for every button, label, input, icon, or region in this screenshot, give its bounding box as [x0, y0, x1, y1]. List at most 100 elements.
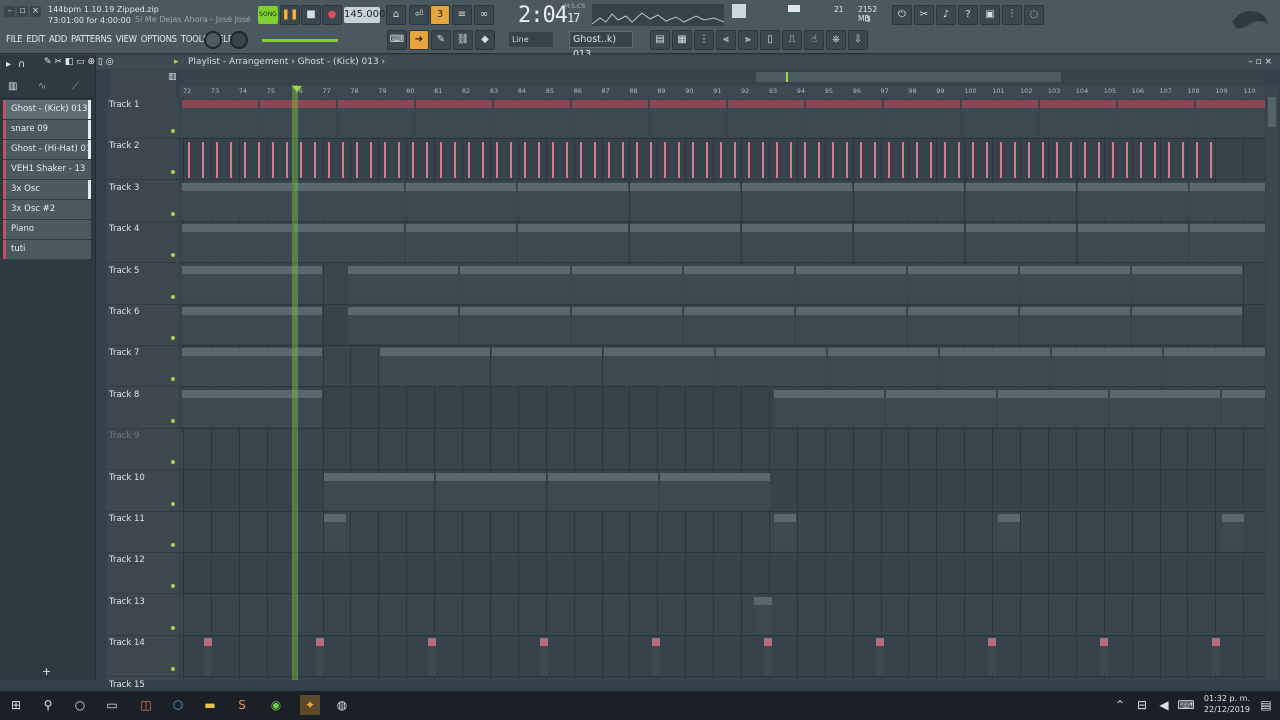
pattern-clip[interactable]: tuti [548, 472, 658, 510]
pattern-clip[interactable]: Ghost - (Kick) 013 [854, 182, 964, 221]
channel-rack-icon[interactable]: ⫸ [738, 30, 758, 50]
track-enable-icon[interactable] [171, 170, 175, 175]
pattern-clip[interactable]: Si Me Dejas Ahora - José José [182, 100, 258, 138]
pattern-clip[interactable]: Ghost - (Kick) 013 [294, 182, 404, 221]
pattern-clip[interactable] [764, 638, 772, 676]
pattern-clip[interactable]: Piano [998, 389, 1108, 428]
scroll-thumb[interactable] [756, 72, 1061, 82]
pattern-clip[interactable] [988, 638, 996, 676]
pattern-clip[interactable]: 3x Osc [716, 348, 826, 386]
track-header[interactable]: Track 14 [107, 636, 179, 678]
countdown-icon[interactable]: 3 [430, 5, 450, 25]
track-enable-icon[interactable] [171, 460, 175, 465]
pattern-clip[interactable]: VEH1 Shaker - 13 [684, 307, 794, 345]
render-icon[interactable]: ⎈ [826, 30, 846, 50]
pattern-clip[interactable]: Ghost - (Kick) 013 [966, 182, 1076, 221]
metronome-icon[interactable]: ⌂ [386, 5, 406, 25]
save-icon[interactable]: ▣ [980, 5, 1000, 25]
mixer-view-icon[interactable]: ⫷ [716, 30, 736, 50]
pattern-clip[interactable]: Si Me Dejas Ahora - José José [494, 100, 570, 138]
pattern-clip[interactable]: tuti [324, 472, 434, 510]
pattern-clip[interactable]: Ghost - (Hi-Hat) 011 [908, 265, 1018, 303]
pattern-clip[interactable] [1212, 638, 1220, 676]
picker-audio-icon[interactable]: ∿ [38, 81, 46, 92]
track-header[interactable]: Track 12 [107, 553, 179, 595]
pattern-clip[interactable]: Si Me Dejas Ahora - José José [962, 100, 1038, 138]
restore-icon[interactable]: ▫ [17, 6, 28, 17]
playhead-marker-icon[interactable] [292, 86, 302, 92]
pattern-clip[interactable]: Ghost - (Kick) 013 [1078, 182, 1188, 221]
pattern-clip[interactable]: 3x Osc [1052, 348, 1162, 386]
scissors-icon[interactable]: ✂ [914, 5, 934, 25]
pattern-item[interactable]: Ghost - (Hi-Hat) 011 [3, 140, 91, 159]
pattern-clip[interactable]: snare 09 [966, 224, 1076, 262]
track-lane[interactable] [180, 429, 1265, 471]
pattern-clip[interactable] [774, 514, 796, 552]
pattern-clip[interactable]: Ghost - (Kick) 013 [518, 182, 628, 221]
loop-record-icon[interactable]: ∞ [474, 5, 494, 25]
track-header[interactable]: Track 9 [107, 429, 179, 471]
pattern-clip[interactable] [324, 514, 346, 552]
chrome-icon[interactable]: ◉ [266, 695, 286, 715]
track-header[interactable]: Track 6 [107, 305, 179, 346]
chat-icon[interactable]: ◌ [1024, 5, 1044, 25]
pattern-clip[interactable]: tuti [436, 472, 546, 510]
vscroll-thumb[interactable] [1268, 97, 1276, 127]
sublime-icon[interactable]: S [232, 695, 252, 715]
pattern-clip[interactable]: 3x Osc [380, 348, 490, 386]
track-header[interactable]: Track 4 [107, 222, 179, 264]
playhead[interactable] [292, 85, 298, 680]
pattern-clip[interactable]: Ghost - (Hi-Hat) 011 [460, 265, 570, 303]
pattern-clip[interactable] [652, 638, 660, 676]
pattern-item[interactable]: Ghost - (Kick) 013 [3, 100, 91, 119]
pattern-clip[interactable]: Si Me Dejas Ahora - José José [728, 100, 804, 138]
master-volume-knob[interactable] [230, 31, 248, 49]
pencil-icon[interactable]: ✎ [431, 30, 451, 50]
playlist-grid[interactable]: Si Me Dejas Ahora - José José Si Me Dejas… [180, 98, 1265, 680]
tempo-display[interactable]: 145.000 [344, 7, 385, 23]
pattern-clip[interactable]: 3x Osc [828, 348, 938, 386]
wait-for-input-icon[interactable]: ⏎ [409, 5, 429, 25]
menu-add[interactable]: ADD [49, 34, 67, 45]
pattern-clip[interactable]: snare 09 [742, 224, 852, 262]
pattern-clip[interactable]: Ghost - (Hi-Hat) 011 [1020, 265, 1130, 303]
volume-icon[interactable]: ◀ [1154, 695, 1174, 715]
pattern-clip[interactable]: Ghost - (Hi-Hat) 011 [684, 265, 794, 303]
track-lane[interactable] [180, 677, 1265, 680]
pattern-clip[interactable]: Si Me Dejas Ahora - José José [806, 100, 882, 138]
track-header[interactable]: Track 3 [107, 181, 179, 222]
step-edit-icon[interactable]: ≡ [452, 5, 472, 25]
track-header[interactable]: Track 11 [107, 512, 179, 553]
pat-song-toggle[interactable]: SONG [258, 6, 278, 24]
fl-studio-icon[interactable]: ✦ [300, 695, 320, 715]
pattern-clip[interactable]: Piano [886, 389, 996, 428]
pattern-clip[interactable] [1100, 638, 1108, 676]
pattern-clip[interactable] [428, 638, 436, 676]
pattern-clip[interactable]: Si Me Dejas Ahora - José José [260, 100, 336, 138]
pattern-clip[interactable]: VEH1 Shaker - 13 [908, 307, 1018, 345]
pattern-selector[interactable]: Ghost..k) 013 [569, 31, 633, 60]
track-enable-icon[interactable] [171, 625, 175, 630]
pattern-clip[interactable]: snare 09 [1190, 224, 1265, 262]
pattern-clip[interactable]: Si Me Dejas Ahora - José José [884, 100, 960, 138]
pattern-clip[interactable]: VEH1 Shaker - 13 [572, 307, 682, 345]
pattern-clip[interactable]: snare 09 [854, 224, 964, 262]
track-header[interactable]: Track 5 [107, 264, 179, 305]
pattern-clip[interactable]: snare 09 [518, 224, 628, 262]
stamp-icon[interactable]: ◆ [475, 30, 495, 50]
track-header[interactable]: Track 13 [107, 595, 179, 636]
arrow-tool-icon[interactable]: ➔ [409, 30, 429, 50]
track-enable-icon[interactable] [171, 253, 175, 258]
pattern-clip[interactable]: Si Me Dejas Ahora - José José [338, 100, 414, 138]
pattern-clip[interactable]: Si Me Dejas Ahora - José José [1040, 100, 1116, 138]
pattern-clip[interactable]: Piano [1222, 389, 1265, 428]
pattern-clip[interactable]: Piano [774, 389, 884, 428]
pattern-clip[interactable]: Ghost - (Hi-Hat) 011 [182, 265, 322, 303]
pattern-clip[interactable]: snare 09 [294, 224, 404, 262]
pattern-clip[interactable] [316, 638, 324, 676]
pattern-clip[interactable]: Ghost - (Kick) 013 [742, 182, 852, 221]
pattern-clip[interactable]: snare 09 [182, 224, 292, 262]
overview-scrollbar[interactable] [180, 70, 1265, 84]
menu-file[interactable]: FILE [6, 34, 23, 45]
pattern-clip[interactable] [754, 596, 772, 635]
